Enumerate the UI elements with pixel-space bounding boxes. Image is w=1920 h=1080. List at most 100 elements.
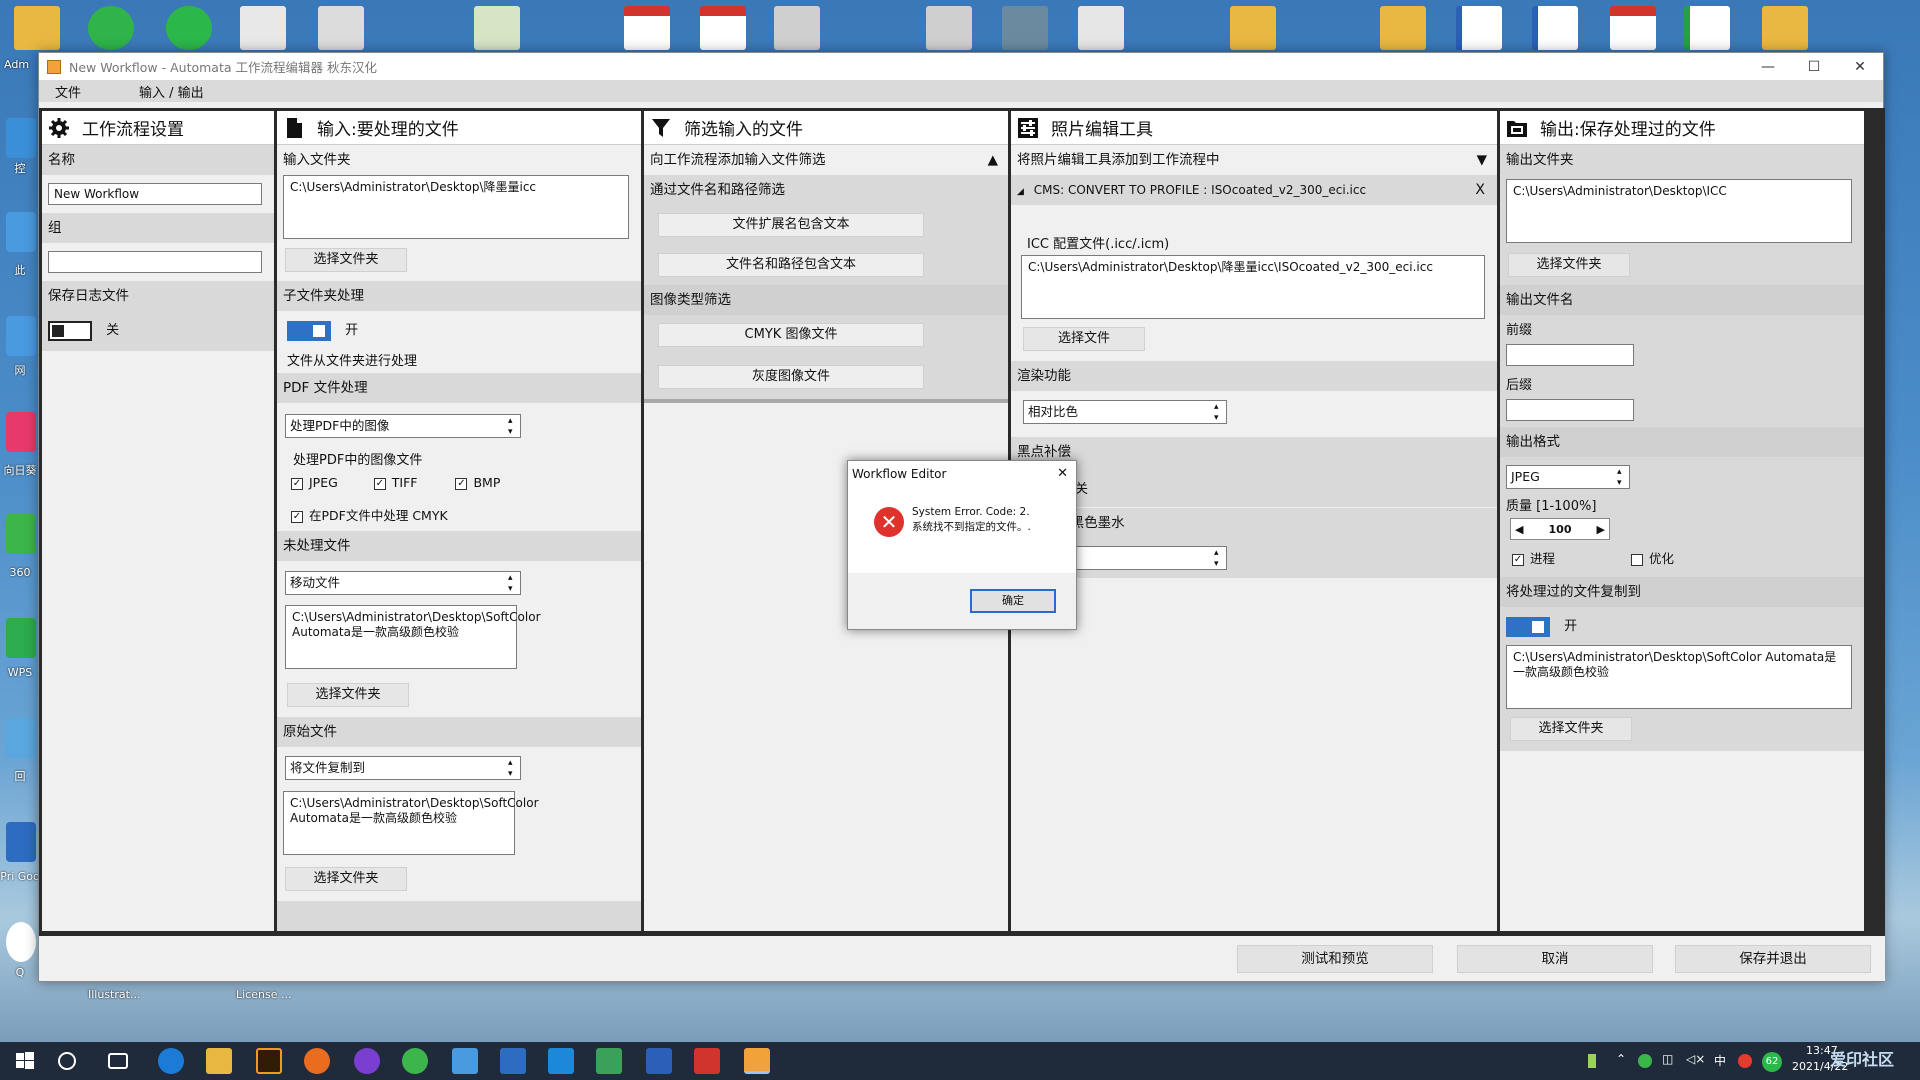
grid-app-icon[interactable] <box>596 1048 622 1074</box>
test-preview-button[interactable]: 测试和预览 <box>1237 945 1433 973</box>
dialog-close-button[interactable]: ✕ <box>1057 461 1068 487</box>
browser-icon[interactable] <box>402 1048 428 1074</box>
control-panel-icon[interactable] <box>6 118 36 158</box>
cms-tool-row[interactable]: ◢ CMS: CONVERT TO PROFILE : ISOcoated_v2… <box>1011 175 1497 205</box>
workflow-group-input[interactable] <box>48 251 262 273</box>
automata-icon[interactable] <box>694 1048 720 1074</box>
image-file-icon[interactable] <box>1002 6 1048 50</box>
image-file-icon[interactable] <box>474 6 520 50</box>
choose-input-folder-button[interactable]: 选择文件夹 <box>285 248 407 272</box>
copy-processed-path[interactable]: C:\Users\Administrator\Desktop\SoftColor… <box>1506 645 1852 709</box>
optimize-checkbox[interactable] <box>1631 553 1643 566</box>
wechat-tray-icon[interactable] <box>1638 1054 1652 1068</box>
prefix-input[interactable] <box>1506 344 1634 366</box>
file-explorer-icon[interactable] <box>206 1048 232 1074</box>
input-folder-path[interactable]: C:\Users\Administrator\Desktop\降墨量icc <box>283 175 629 239</box>
sunlogin-icon[interactable] <box>6 412 36 452</box>
menu-file[interactable]: 文件 <box>39 82 95 101</box>
start-icon[interactable] <box>12 1048 38 1074</box>
minimize-button[interactable]: — <box>1745 59 1791 75</box>
cancel-button[interactable]: 取消 <box>1457 945 1653 973</box>
recycle-bin-icon[interactable] <box>6 718 36 758</box>
pdf-icon[interactable] <box>1610 6 1656 50</box>
add-filter-row[interactable]: 向工作流程添加输入文件筛选 ▲ <box>644 145 1008 175</box>
user-folder-icon[interactable] <box>14 6 60 50</box>
quality-decrease-button[interactable]: ◀ <box>1515 523 1523 536</box>
render-intent-select[interactable]: 相对比色 <box>1023 400 1227 424</box>
choose-copy-folder-button[interactable]: 选择文件夹 <box>1510 717 1632 741</box>
network-icon[interactable]: ◫ <box>1662 1052 1673 1066</box>
workflow-name-input[interactable]: New Workflow <box>48 183 262 205</box>
wechat-icon[interactable] <box>88 6 134 50</box>
video-file-icon[interactable] <box>774 6 820 50</box>
choose-original-folder-button[interactable]: 选择文件夹 <box>285 867 407 891</box>
original-files-select[interactable]: 将文件复制到 <box>285 756 521 780</box>
video-file-icon[interactable] <box>926 6 972 50</box>
original-files-path[interactable]: C:\Users\Administrator\Desktop\SoftColor… <box>283 791 539 855</box>
illustrator-icon[interactable] <box>256 1048 282 1074</box>
choose-output-folder-button[interactable]: 选择文件夹 <box>1508 253 1630 277</box>
triangle-down-icon[interactable]: ▼ <box>1477 145 1487 175</box>
task-view-icon[interactable] <box>108 1053 128 1069</box>
grayscale-filter-button[interactable]: 灰度图像文件 <box>658 365 924 389</box>
save-exit-button[interactable]: 保存并退出 <box>1675 945 1871 973</box>
chevron-up-icon[interactable]: ⌃ <box>1616 1052 1626 1066</box>
document-icon[interactable] <box>240 6 286 50</box>
primo-icon[interactable] <box>6 822 36 862</box>
choose-icc-file-button[interactable]: 选择文件 <box>1023 327 1145 351</box>
unprocessed-select[interactable]: 移动文件 <box>285 571 521 595</box>
progressive-checkbox[interactable]: ✓ <box>1512 553 1524 566</box>
icc-profile-path[interactable]: C:\Users\Administrator\Desktop\降墨量icc\IS… <box>1021 255 1485 319</box>
film-file-icon[interactable] <box>1078 6 1124 50</box>
choose-unprocessed-folder-button[interactable]: 选择文件夹 <box>287 683 409 707</box>
network-icon[interactable] <box>6 316 36 356</box>
cmyk-filter-button[interactable]: CMYK 图像文件 <box>658 323 924 347</box>
copy-processed-toggle[interactable] <box>1506 616 1550 637</box>
ime-indicator[interactable]: 中 <box>1714 1052 1726 1069</box>
media-icon[interactable] <box>548 1048 574 1074</box>
collapse-triangle-icon[interactable]: ◢ <box>1017 187 1024 197</box>
output-folder-path[interactable]: C:\Users\Administrator\Desktop\ICC <box>1506 179 1852 243</box>
automata-active-icon[interactable] <box>744 1048 770 1074</box>
bmp-checkbox[interactable]: ✓ <box>455 477 468 490</box>
close-button[interactable]: ✕ <box>1837 59 1883 75</box>
word-icon[interactable] <box>646 1048 672 1074</box>
maximize-button[interactable]: ☐ <box>1791 59 1837 75</box>
folder-icon[interactable] <box>1230 6 1276 50</box>
this-pc-icon[interactable] <box>6 212 36 252</box>
log-toggle[interactable] <box>48 320 92 341</box>
triangle-up-icon[interactable]: ▲ <box>988 145 998 175</box>
remove-tool-button[interactable]: X <box>1475 175 1485 205</box>
tool-icon[interactable] <box>500 1048 526 1074</box>
font-file-icon[interactable] <box>318 6 364 50</box>
battery-icon[interactable] <box>1588 1054 1596 1068</box>
wps-icon[interactable] <box>6 618 36 658</box>
word-file-icon[interactable] <box>1532 6 1578 50</box>
menu-input-output[interactable]: 输入 / 输出 <box>123 82 218 101</box>
notification-badge[interactable]: 62 <box>1762 1052 1782 1072</box>
word-file-icon[interactable] <box>1456 6 1502 50</box>
subfolder-toggle[interactable] <box>287 320 331 341</box>
pdf-icon[interactable] <box>624 6 670 50</box>
spreadsheet-file-icon[interactable] <box>1684 6 1730 50</box>
add-app-icon[interactable] <box>166 6 212 50</box>
unprocessed-path[interactable]: C:\Users\Administrator\Desktop\SoftColor… <box>285 605 541 669</box>
folder-icon[interactable] <box>1762 6 1808 50</box>
extension-contains-button[interactable]: 文件扩展名包含文本 <box>658 213 924 237</box>
folder-icon[interactable] <box>1380 6 1426 50</box>
add-photo-tool-row[interactable]: 将照片编辑工具添加到工作流程中 ▼ <box>1011 145 1497 175</box>
pdf-handling-select[interactable]: 处理PDF中的图像 <box>285 414 521 438</box>
path-contains-button[interactable]: 文件名和路径包含文本 <box>658 253 924 277</box>
computer-icon[interactable] <box>452 1048 478 1074</box>
volume-icon[interactable]: ◁× <box>1686 1052 1705 1066</box>
firefox-icon[interactable] <box>304 1048 330 1074</box>
quality-increase-button[interactable]: ▶ <box>1597 523 1605 536</box>
dialog-ok-button[interactable]: 确定 <box>970 589 1056 613</box>
gaming-icon[interactable] <box>354 1048 380 1074</box>
sogou-icon[interactable] <box>1738 1054 1752 1068</box>
edge-icon[interactable] <box>158 1048 184 1074</box>
browser-360-icon[interactable] <box>6 514 36 554</box>
search-icon[interactable] <box>58 1052 76 1070</box>
pdf-cmyk-checkbox[interactable]: ✓ <box>291 510 303 523</box>
pdf-icon[interactable] <box>700 6 746 50</box>
